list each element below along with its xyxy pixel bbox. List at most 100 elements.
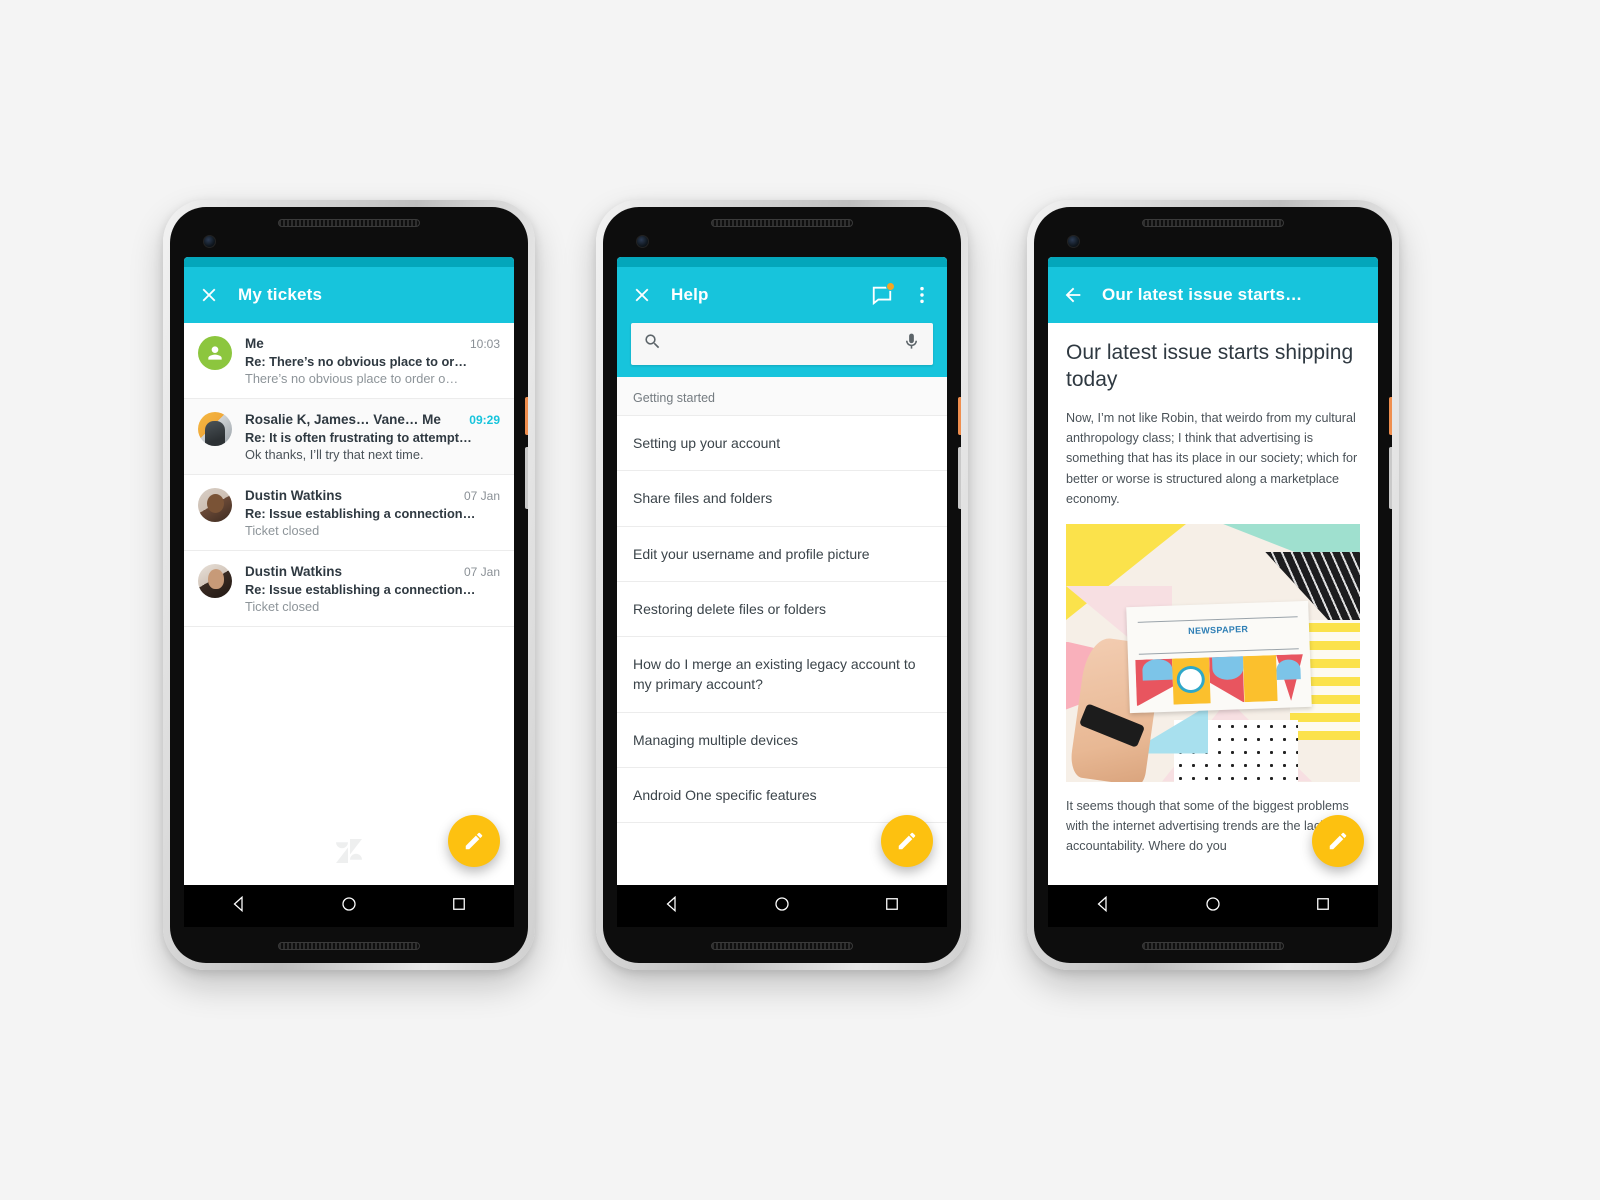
list-item[interactable]: Restoring delete files or folders xyxy=(617,581,947,638)
search-icon xyxy=(643,332,662,356)
android-navigation-bar xyxy=(1048,885,1378,927)
list-item[interactable]: Android One specific features xyxy=(617,768,947,824)
ticket-subject: Re: Issue establishing a connection… xyxy=(245,506,476,521)
nav-back-icon[interactable] xyxy=(1094,895,1112,918)
article-image: NEWSPAPER xyxy=(1066,523,1360,782)
avatar xyxy=(198,564,232,598)
phone-device-help: Help Getting started Setting up your acc… xyxy=(596,200,968,970)
search-bar[interactable] xyxy=(631,323,933,365)
table-row[interactable]: Dustin Watkins 07 Jan Re: Issue establis… xyxy=(184,475,514,551)
avatar xyxy=(198,412,232,446)
search-bar-container xyxy=(617,323,947,377)
ticket-name: Dustin Watkins xyxy=(245,488,343,503)
page-title: Help xyxy=(671,285,709,304)
ticket-name: Rosalie K, James… Vane… Me xyxy=(245,412,441,427)
table-row[interactable]: Dustin Watkins 07 Jan Re: Issue establis… xyxy=(184,551,514,627)
volume-button[interactable] xyxy=(958,447,961,509)
microphone-icon[interactable] xyxy=(902,332,921,356)
ticket-subject: Re: Issue establishing a connection… xyxy=(245,582,476,597)
article-paragraph-1: Now, I’m not like Robin, that weirdo fro… xyxy=(1066,410,1358,507)
ticket-time: 10:03 xyxy=(469,337,500,351)
list-item[interactable]: Share files and folders xyxy=(617,471,947,527)
ticket-list[interactable]: Me 10:03 Re: There’s no obvious place to… xyxy=(184,323,514,885)
ticket-time: 07 Jan xyxy=(463,489,500,503)
status-bar xyxy=(1048,257,1378,267)
power-button[interactable] xyxy=(525,397,528,435)
ticket-body: Rosalie K, James… Vane… Me 09:29 Re: It … xyxy=(245,412,500,462)
close-icon[interactable] xyxy=(631,284,653,306)
article-title: Our latest issue starts shipping today xyxy=(1066,341,1354,392)
compose-fab-button[interactable] xyxy=(1312,815,1364,867)
phone-device-article: Our latest issue starts… Our latest issu… xyxy=(1027,200,1399,970)
messages-inbox-icon[interactable] xyxy=(871,282,895,306)
android-navigation-bar xyxy=(617,885,947,927)
ticket-snippet: Ticket closed xyxy=(245,599,320,614)
app-bar-my-tickets: My tickets xyxy=(184,267,514,323)
phone-bezel: Help Getting started Setting up your acc… xyxy=(603,207,961,963)
back-arrow-icon[interactable] xyxy=(1062,284,1084,306)
ticket-snippet: There’s no obvious place to order o… xyxy=(245,371,459,386)
front-camera-icon xyxy=(636,235,649,248)
avatar xyxy=(198,336,232,370)
nav-home-icon[interactable] xyxy=(340,895,358,918)
bottom-speaker-icon xyxy=(278,942,420,950)
nav-back-icon[interactable] xyxy=(230,895,248,918)
ticket-body: Dustin Watkins 07 Jan Re: Issue establis… xyxy=(245,488,500,538)
phone-bezel: Our latest issue starts… Our latest issu… xyxy=(1034,207,1392,963)
article-content[interactable]: Our latest issue starts shipping today N… xyxy=(1048,323,1378,885)
earpiece-speaker-icon xyxy=(1142,219,1284,227)
ticket-body: Dustin Watkins 07 Jan Re: Issue establis… xyxy=(245,564,500,614)
list-item[interactable]: Setting up your account xyxy=(617,416,947,472)
phone-device-my-tickets: My tickets Me 10:03 Re: There’s no obvio… xyxy=(163,200,535,970)
newspaper-print: NEWSPAPER xyxy=(1125,600,1312,713)
nav-recents-icon[interactable] xyxy=(1314,895,1332,918)
power-button[interactable] xyxy=(1389,397,1392,435)
ticket-time: 09:29 xyxy=(469,413,500,427)
list-item[interactable]: How do I merge an existing legacy accoun… xyxy=(617,637,947,713)
screen-my-tickets: My tickets Me 10:03 Re: There’s no obvio… xyxy=(184,257,514,885)
volume-button[interactable] xyxy=(525,447,528,509)
nav-recents-icon[interactable] xyxy=(883,895,901,918)
power-button[interactable] xyxy=(958,397,961,435)
nav-recents-icon[interactable] xyxy=(450,895,468,918)
status-bar xyxy=(617,257,947,267)
earpiece-speaker-icon xyxy=(278,219,420,227)
volume-button[interactable] xyxy=(1389,447,1392,509)
phone-bezel: My tickets Me 10:03 Re: There’s no obvio… xyxy=(170,207,528,963)
screenshot-stage: My tickets Me 10:03 Re: There’s no obvio… xyxy=(0,0,1600,1200)
screen-article: Our latest issue starts… Our latest issu… xyxy=(1048,257,1378,885)
bottom-speaker-icon xyxy=(1142,942,1284,950)
table-row[interactable]: Rosalie K, James… Vane… Me 09:29 Re: It … xyxy=(184,399,514,475)
bottom-speaker-icon xyxy=(711,942,853,950)
page-title: Our latest issue starts… xyxy=(1102,285,1303,304)
compose-fab-button[interactable] xyxy=(881,815,933,867)
table-row[interactable]: Me 10:03 Re: There’s no obvious place to… xyxy=(184,323,514,399)
status-badge xyxy=(886,282,895,291)
list-item[interactable]: Edit your username and profile picture xyxy=(617,526,947,582)
earpiece-speaker-icon xyxy=(711,219,853,227)
page-title: My tickets xyxy=(238,285,323,304)
section-label-getting-started: Getting started xyxy=(617,377,947,416)
list-item[interactable]: Managing multiple devices xyxy=(617,712,947,769)
avatar xyxy=(198,488,232,522)
compose-fab-button[interactable] xyxy=(448,815,500,867)
android-navigation-bar xyxy=(184,885,514,927)
zendesk-logo-icon xyxy=(336,838,362,869)
ticket-snippet: Ticket closed xyxy=(245,523,320,538)
front-camera-icon xyxy=(1067,235,1080,248)
nav-back-icon[interactable] xyxy=(663,895,681,918)
front-camera-icon xyxy=(203,235,216,248)
ticket-subject: Re: It is often frustrating to attempt… xyxy=(245,430,472,445)
ticket-name: Me xyxy=(245,336,264,351)
app-bar-help: Help xyxy=(617,267,947,323)
newspaper-title: NEWSPAPER xyxy=(1187,623,1249,636)
newspaper-artwork xyxy=(1135,653,1304,705)
help-article-list[interactable]: Setting up your account Share files and … xyxy=(617,416,947,885)
close-icon[interactable] xyxy=(198,284,220,306)
overflow-menu-icon[interactable] xyxy=(911,284,933,306)
ticket-snippet: Ok thanks, I’ll try that next time. xyxy=(245,447,424,462)
ticket-body: Me 10:03 Re: There’s no obvious place to… xyxy=(245,336,500,386)
search-input[interactable] xyxy=(672,336,892,352)
nav-home-icon[interactable] xyxy=(1204,895,1222,918)
nav-home-icon[interactable] xyxy=(773,895,791,918)
